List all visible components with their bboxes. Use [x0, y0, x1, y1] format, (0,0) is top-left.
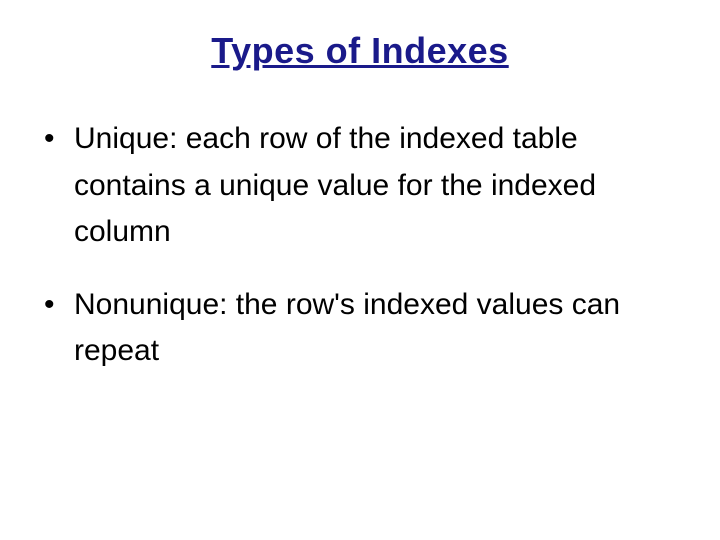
list-item: Unique: each row of the indexed table co… — [44, 116, 680, 256]
slide: Types of Indexes Unique: each row of the… — [0, 0, 720, 540]
list-item: Nonunique: the row's indexed values can … — [44, 282, 680, 375]
bullet-list: Unique: each row of the indexed table co… — [40, 116, 680, 375]
slide-title: Types of Indexes — [40, 30, 680, 72]
